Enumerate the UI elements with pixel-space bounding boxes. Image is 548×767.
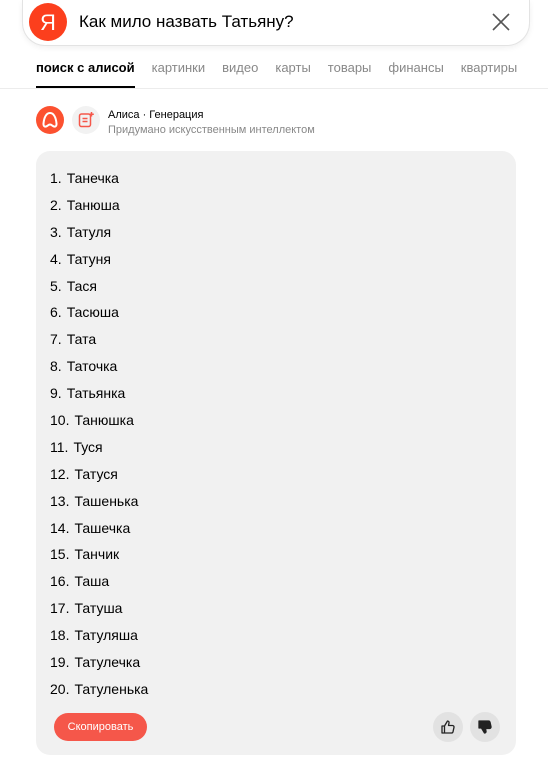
list-item: 8. Таточка — [50, 358, 118, 375]
document-plus-icon — [78, 112, 94, 128]
list-item: 15. Танчик — [50, 546, 120, 563]
answer-card: 1. Танечка 2. Танюша 3. Татуля 4. Татуня 5. Т… — [36, 151, 516, 755]
list-item: 2. Танюша — [50, 196, 120, 213]
tab-apartments[interactable]: квартиры — [461, 60, 517, 88]
list-item: 9. Татьянка — [50, 385, 126, 402]
name-list: 1. Танечка 2. Танюша 3. Татуля 4. Татуня 5. Т… — [50, 169, 148, 707]
list-item: 18. Татуляша — [50, 627, 138, 644]
tab-alice-search[interactable]: поиск с алисой — [36, 60, 135, 88]
list-item: 10. Танюшка — [50, 412, 134, 429]
list-item: 7. Тата — [50, 331, 97, 348]
search-bar[interactable]: Я Как мило назвать Татьяну? — [22, 0, 530, 46]
tabs-divider — [0, 88, 548, 89]
list-item: 19. Татулечка — [50, 654, 141, 671]
clear-button[interactable] — [489, 10, 513, 34]
list-item: 20. Татуленька — [50, 680, 149, 697]
list-item: 14. Ташечка — [50, 519, 131, 536]
list-item: 13. Ташенька — [50, 492, 139, 509]
like-button[interactable] — [433, 712, 463, 742]
page: Я Как мило назвать Татьяну? поиск с алис… — [0, 0, 548, 767]
tab-finance[interactable]: финансы — [388, 60, 443, 88]
answer-source-subtitle: Придумано искусственным интеллектом — [108, 124, 315, 136]
svg-text:Я: Я — [40, 10, 56, 35]
yandex-logo-letter: Я — [40, 10, 56, 35]
tab-goods[interactable]: товары — [328, 60, 372, 88]
thumbs-down-icon — [478, 720, 492, 734]
copy-button[interactable]: Скопировать — [54, 713, 147, 741]
alice-icon — [42, 111, 58, 128]
list-item: 11. Туся — [50, 438, 103, 455]
tab-video[interactable]: видео — [222, 60, 258, 88]
search-input[interactable]: Как мило назвать Татьяну? — [79, 12, 294, 32]
tab-images[interactable]: картинки — [152, 60, 206, 88]
list-item: 17. Татуша — [50, 600, 123, 617]
dislike-button[interactable] — [470, 712, 500, 742]
search-tabs: поиск с алисой картинки видео карты това… — [36, 60, 534, 88]
list-item: 4. Татуня — [50, 250, 111, 267]
list-item: 5. Тася — [50, 277, 97, 294]
yandex-logo[interactable]: Я — [29, 3, 67, 41]
list-item: 1. Танечка — [50, 170, 119, 186]
thumbs-up-icon — [441, 720, 455, 734]
answer-source-title: Алиса · Генерация — [108, 109, 204, 121]
alice-logo-icon — [36, 106, 64, 134]
list-item: 6. Тасюша — [50, 304, 119, 321]
list-item: 16. Таша — [50, 573, 110, 590]
list-item: 3. Татуля — [50, 223, 112, 240]
generation-icon — [72, 106, 100, 134]
close-icon — [492, 13, 510, 31]
list-item: 12. Татуся — [50, 465, 118, 482]
tab-maps[interactable]: карты — [275, 60, 310, 88]
